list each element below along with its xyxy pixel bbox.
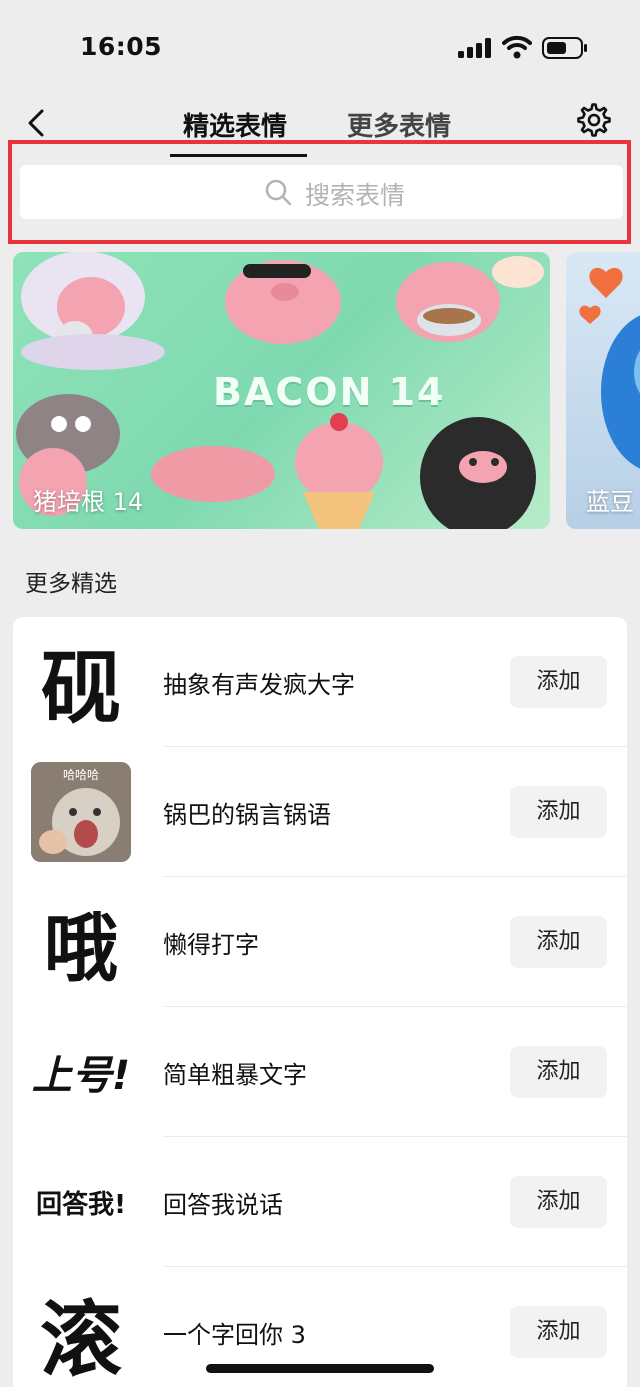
banner-side-label: 蓝豆 <box>586 488 634 516</box>
status-bar: 16:05 <box>0 0 640 90</box>
add-button[interactable]: 添加 <box>510 916 607 968</box>
banner-label: 猪培根 14 <box>33 488 144 516</box>
sticker-thumb-glyph: 上号! <box>31 1053 131 1099</box>
list-item[interactable]: 哈哈哈 锅巴的锅言锅语 添加 <box>13 747 627 877</box>
add-button[interactable]: 添加 <box>510 1176 607 1228</box>
back-icon[interactable] <box>20 106 54 140</box>
add-button[interactable]: 添加 <box>510 656 607 708</box>
tab-more[interactable]: 更多表情 <box>347 106 451 143</box>
sticker-thumb-glyph: 哦 <box>44 905 118 992</box>
list-item[interactable]: 砚 抽象有声发疯大字 添加 <box>13 617 627 747</box>
sticker-title: 懒得打字 <box>163 931 259 959</box>
sticker-title: 抽象有声发疯大字 <box>163 671 355 699</box>
list-item[interactable]: 哦 懒得打字 添加 <box>13 877 627 1007</box>
add-button[interactable]: 添加 <box>510 786 607 838</box>
sticker-thumb-glyph: 砚 <box>41 642 121 735</box>
section-title: 更多精选 <box>25 571 117 597</box>
sticker-thumbnail: 滚 <box>31 1282 131 1387</box>
settings-icon[interactable] <box>576 102 612 138</box>
sticker-thumbnail: 哦 <box>31 892 131 992</box>
list-item[interactable]: 上号! 简单粗暴文字 添加 <box>13 1007 627 1137</box>
add-button[interactable]: 添加 <box>510 1306 607 1358</box>
signal-icon <box>458 38 491 58</box>
tab-featured[interactable]: 精选表情 <box>183 106 287 143</box>
sticker-title: 回答我说话 <box>163 1191 283 1219</box>
sticker-thumbnail: 上号! <box>31 1022 131 1122</box>
search-highlight-box <box>8 140 631 244</box>
sticker-title: 锅巴的锅言锅语 <box>163 801 331 829</box>
list-item[interactable]: 回答我! 回答我说话 添加 <box>13 1137 627 1267</box>
status-time: 16:05 <box>80 32 163 61</box>
sticker-title: 一个字回你 3 <box>163 1321 306 1349</box>
sticker-title: 简单粗暴文字 <box>163 1061 307 1089</box>
sticker-thumbnail: 砚 <box>31 632 131 735</box>
screen: 16:05 精选表情 更多表情 搜索表情 BACON 14 猪培根 14 蓝豆 … <box>0 0 640 1387</box>
wifi-icon <box>502 35 532 59</box>
sticker-list: 砚 抽象有声发疯大字 添加 哈哈哈 锅巴的锅言锅语 添加 哦 懒得打字 添加 上… <box>13 617 627 1387</box>
cat-photo-caption: 哈哈哈 <box>62 768 99 782</box>
sticker-thumbnail: 哈哈哈 <box>31 762 131 862</box>
sticker-thumb-glyph: 滚 <box>39 1292 122 1387</box>
add-button[interactable]: 添加 <box>510 1046 607 1098</box>
banner-blue-bean[interactable]: 蓝豆 <box>566 252 640 529</box>
banner-art-text: BACON 14 <box>213 370 446 414</box>
banner-bacon[interactable]: BACON 14 猪培根 14 <box>13 252 550 529</box>
sticker-thumbnail: 回答我! <box>31 1152 131 1252</box>
sticker-thumb-glyph: 回答我! <box>36 1189 126 1220</box>
home-indicator[interactable] <box>206 1364 434 1373</box>
battery-icon <box>542 37 587 59</box>
